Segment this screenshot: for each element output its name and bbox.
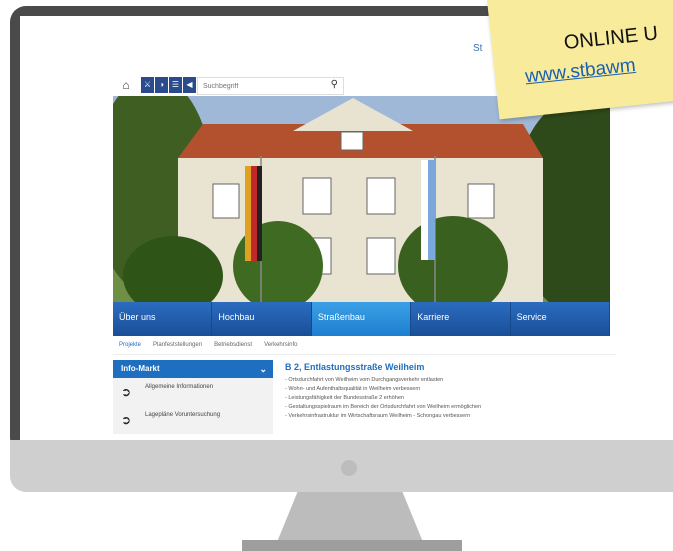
nav-item-strassenbau[interactable]: Straßenbau bbox=[311, 302, 412, 336]
info-markt-header[interactable]: Info-Markt ⌄ bbox=[113, 360, 273, 378]
website: ⌂ ⚔ ◑ ☰ ◀ ⚲ bbox=[113, 74, 616, 434]
bullet-item: - Wohn- und Aufenthaltsqualität in Weilh… bbox=[285, 386, 421, 392]
subnav-planfeststellungen[interactable]: Planfeststellungen bbox=[153, 342, 202, 348]
monitor-stand-base bbox=[242, 540, 462, 551]
bullet-item: - Leistungsfähigkeit der Bundesstraße 2 … bbox=[285, 395, 404, 401]
sign-in-icon: ➲ bbox=[121, 413, 132, 427]
monitor-stand bbox=[275, 492, 425, 547]
sticky-note-url[interactable]: www.stbawm bbox=[524, 55, 637, 88]
sticky-note-heading: ONLINE U bbox=[562, 22, 660, 55]
sign-in-icon: ➲ bbox=[121, 385, 132, 399]
main-navigation: Über uns Hochbau Straßenbau Karriere Ser… bbox=[113, 302, 611, 336]
subnav-projekte[interactable]: Projekte bbox=[119, 342, 141, 348]
project-content: B 2, Entlastungsstraße Weilheim - Ortsdu… bbox=[285, 362, 605, 421]
bullet-item: - Verkehrsinfrastruktur im Wirtschaftsra… bbox=[285, 413, 471, 419]
top-link[interactable]: St bbox=[473, 43, 482, 54]
building-photo bbox=[113, 96, 610, 302]
info-item-allgemeine[interactable]: ➲ Allgemeine Informationen bbox=[113, 378, 273, 406]
chevron-down-icon[interactable]: ⌄ bbox=[259, 360, 267, 378]
info-item-label: Allgemeine Informationen bbox=[145, 384, 214, 390]
sitemap-icon[interactable]: ☰ bbox=[169, 77, 182, 93]
info-item-lageplaene[interactable]: ➲ Lagepläne Voruntersuchung bbox=[113, 406, 273, 434]
audio-icon[interactable]: ◀ bbox=[183, 77, 196, 93]
nav-item-ueber-uns[interactable]: Über uns bbox=[113, 302, 213, 336]
project-title: B 2, Entlastungsstraße Weilheim bbox=[285, 362, 425, 372]
bullet-item: - Ortsdurchfahrt von Weilheim vom Durchg… bbox=[285, 377, 444, 383]
accessibility-buttons: ⚔ ◑ ☰ ◀ bbox=[141, 77, 196, 93]
search-box: ⚲ bbox=[197, 77, 344, 95]
power-button bbox=[341, 460, 357, 476]
info-markt-title: Info-Markt bbox=[121, 364, 160, 373]
bullet-item: - Gestaltungsspielraum im Bereich der Or… bbox=[285, 404, 482, 410]
sub-navigation: Projekte Planfeststellungen Betriebsdien… bbox=[113, 336, 616, 355]
nav-item-karriere[interactable]: Karriere bbox=[411, 302, 511, 336]
home-icon[interactable]: ⌂ bbox=[117, 77, 135, 93]
subnav-betriebsdienst[interactable]: Betriebsdienst bbox=[214, 342, 252, 348]
search-input[interactable] bbox=[203, 78, 313, 94]
contrast-icon[interactable]: ◑ bbox=[155, 77, 168, 93]
sticky-note: ONLINE U www.stbawm bbox=[487, 0, 673, 120]
hero-image bbox=[113, 96, 610, 302]
info-markt-panel: Info-Markt ⌄ ➲ Allgemeine Informationen … bbox=[113, 360, 273, 434]
info-item-label: Lagepläne Voruntersuchung bbox=[145, 412, 221, 418]
nav-item-hochbau[interactable]: Hochbau bbox=[212, 302, 312, 336]
subnav-verkehrsinfo[interactable]: Verkehrsinfo bbox=[264, 342, 297, 348]
tool-button-1[interactable]: ⚔ bbox=[141, 77, 154, 93]
nav-item-service[interactable]: Service bbox=[510, 302, 611, 336]
search-icon[interactable]: ⚲ bbox=[331, 79, 338, 90]
